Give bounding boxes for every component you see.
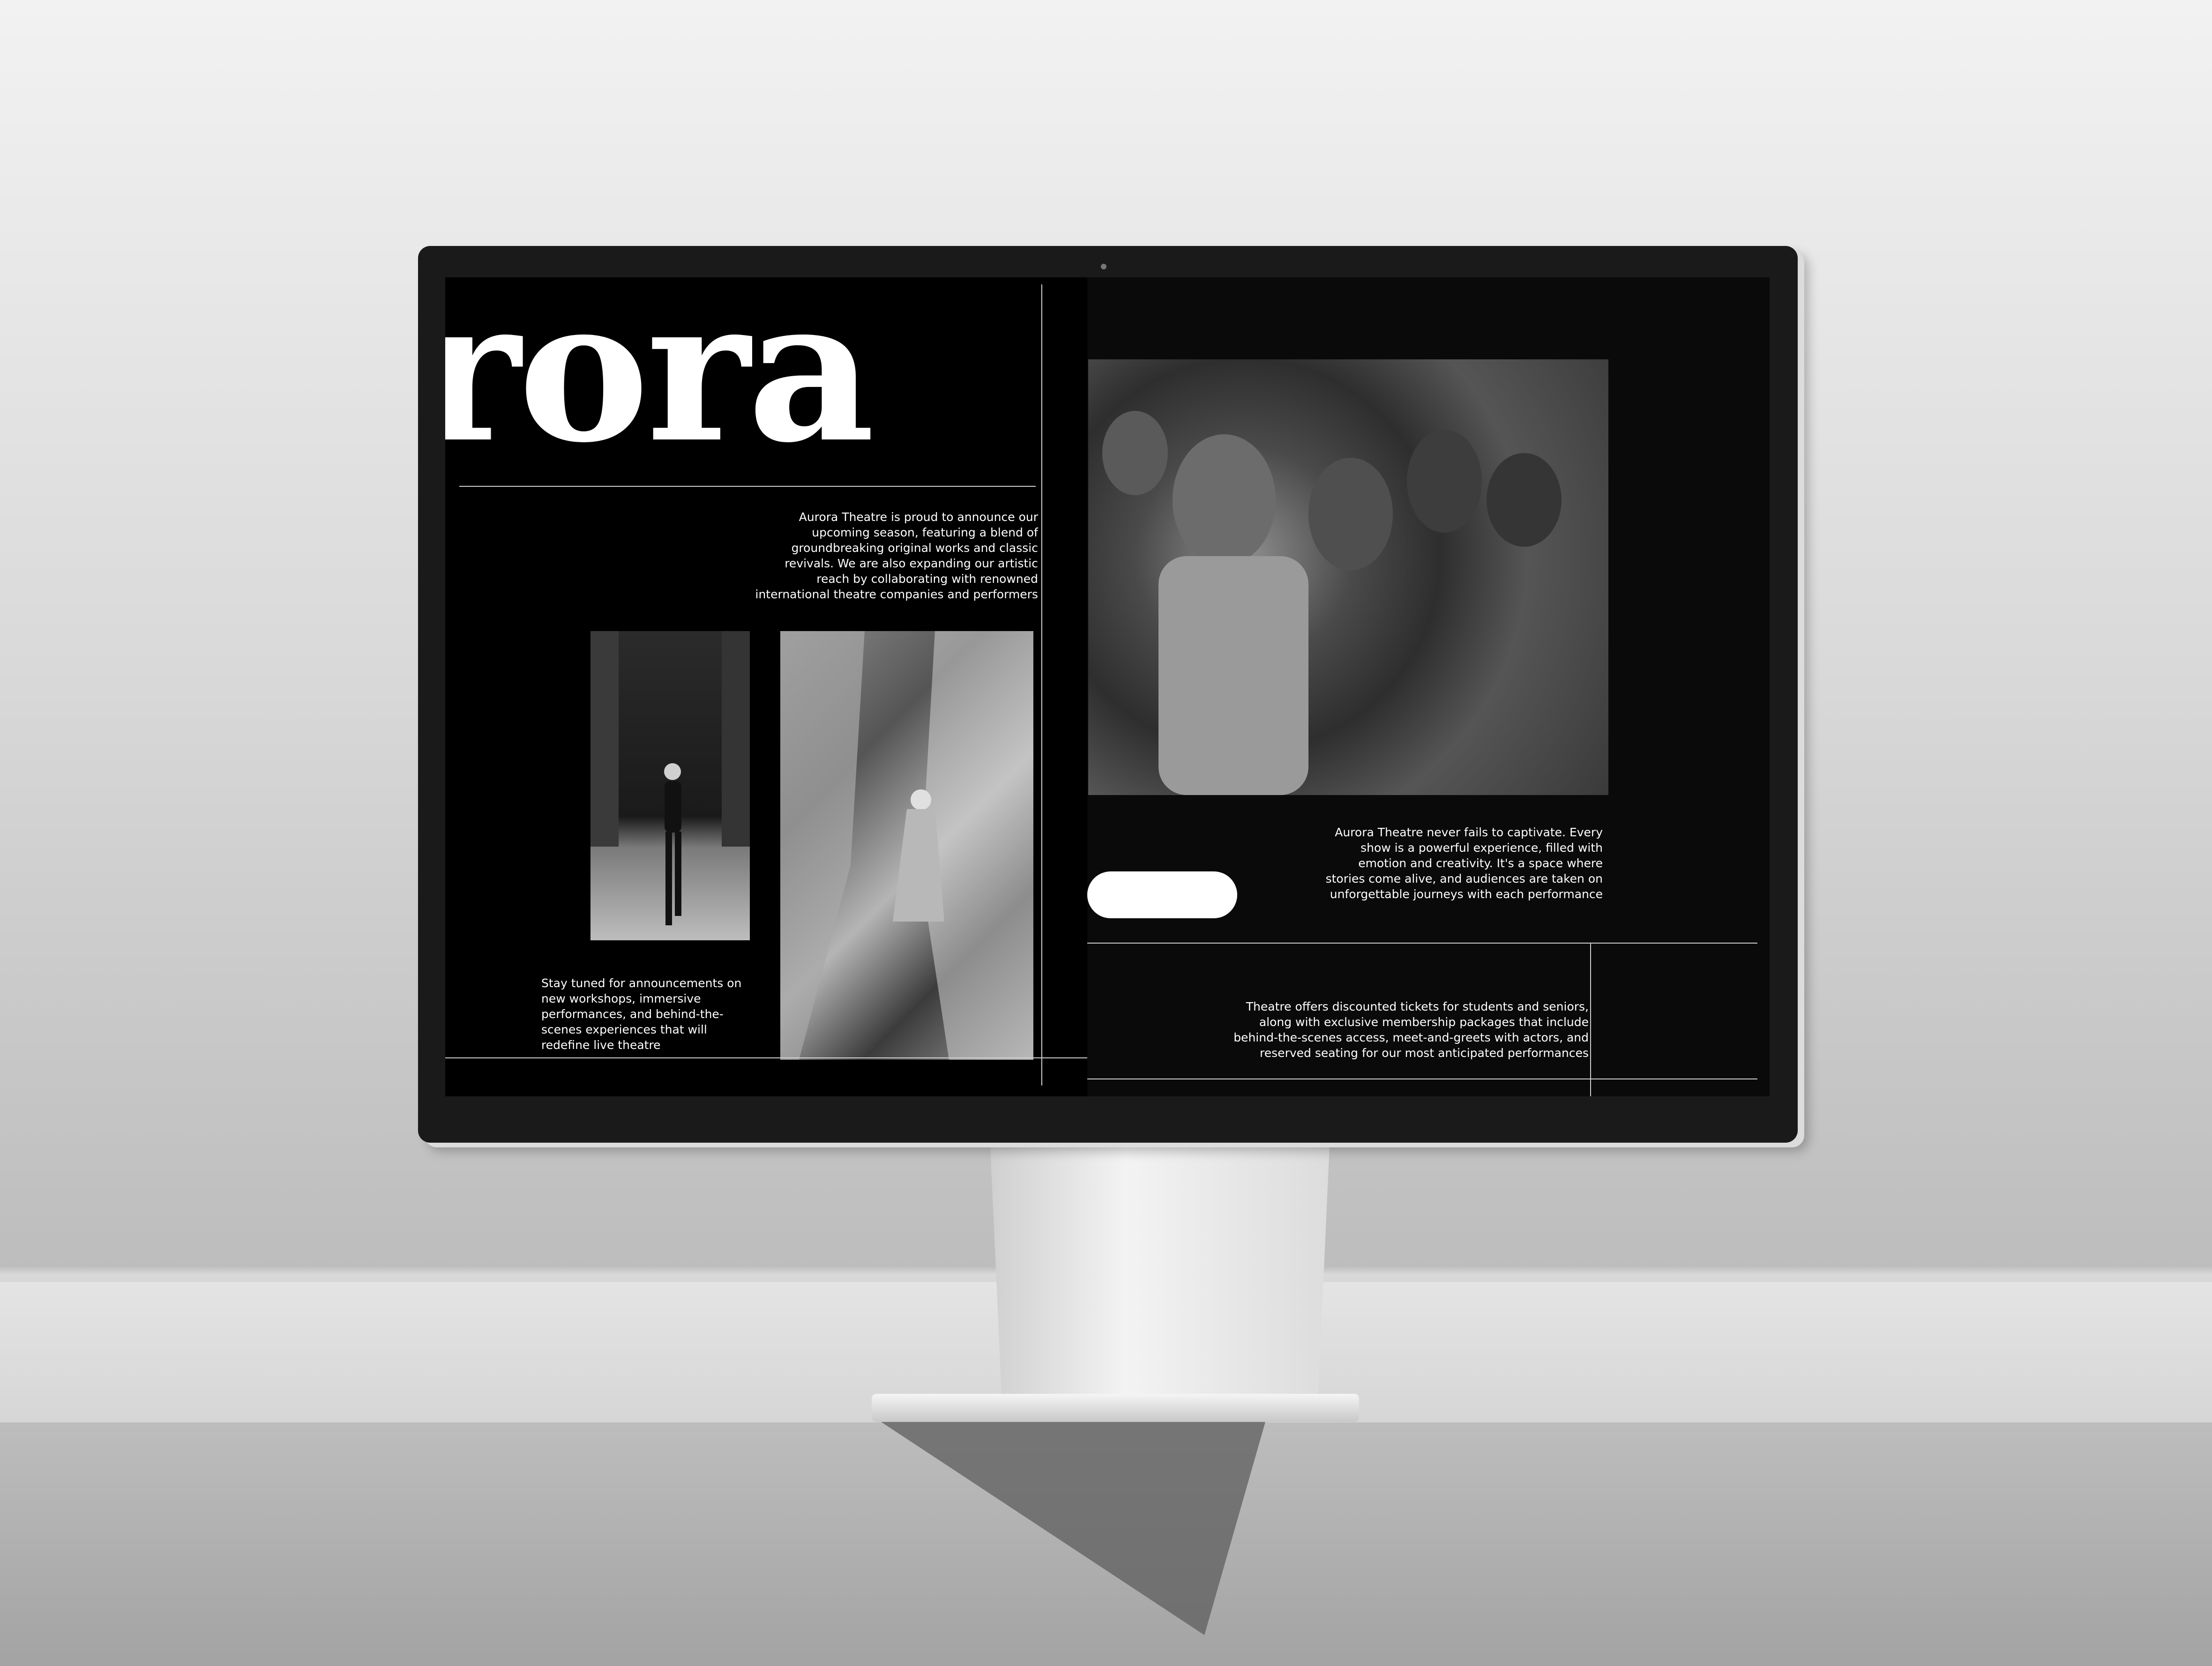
intro-paragraph: Aurora Theatre is proud to announce our … (755, 510, 1039, 601)
right-page: Aurora Theatre never fails to captivate.… (1087, 277, 1770, 1096)
cta-button[interactable] (1087, 871, 1237, 918)
webcam-dot (1101, 264, 1106, 269)
monitor-stand-base (872, 1394, 1359, 1422)
left-page: rora Aurora Theatre is proud to announce… (445, 277, 1087, 1096)
audience-photo (1088, 359, 1608, 795)
left-bottom-rule (445, 1057, 1087, 1058)
hero-title: rora (445, 277, 875, 486)
tickets-paragraph: Theatre offers discounted tickets for st… (1233, 1000, 1589, 1060)
scene: rora Aurora Theatre is proud to announce… (0, 0, 2212, 1666)
monitor-screen: rora Aurora Theatre is proud to announce… (445, 277, 1770, 1096)
climber-photo (780, 631, 1033, 1060)
title-rule (459, 486, 1036, 487)
dancer-photo (590, 631, 750, 940)
captivate-paragraph: Aurora Theatre never fails to captivate.… (1325, 826, 1603, 901)
right-mid-rule (1087, 943, 1757, 944)
announcement-paragraph: Stay tuned for announcements on new work… (541, 976, 742, 1052)
left-column-divider (1041, 284, 1042, 1086)
right-bottom-rule (1087, 1078, 1757, 1079)
monitor-stand-neck (989, 1115, 1331, 1415)
right-column-divider (1590, 943, 1591, 1096)
